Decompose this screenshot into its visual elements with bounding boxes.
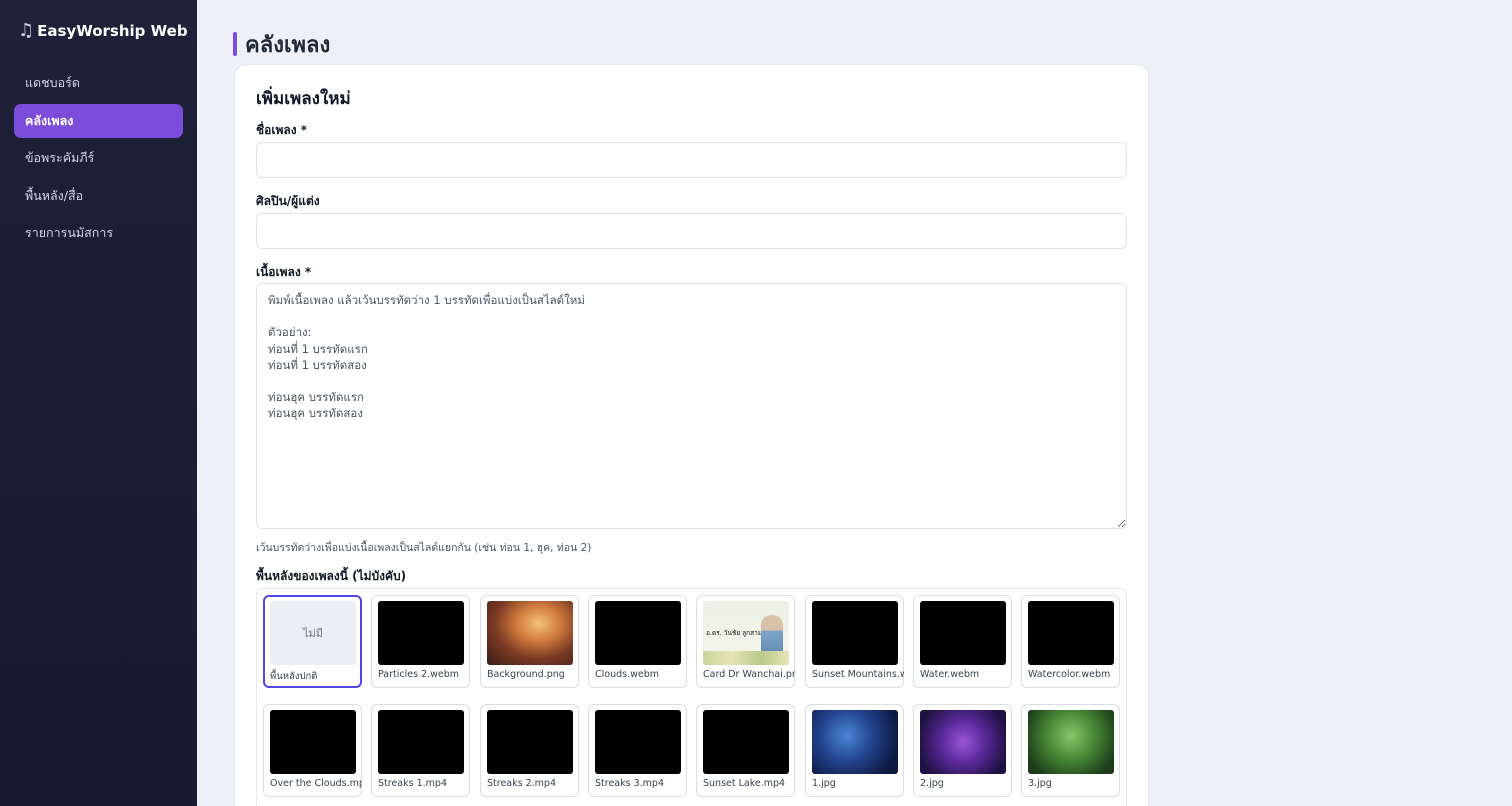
background-thumbnail xyxy=(487,601,573,665)
background-thumbnail xyxy=(487,710,573,774)
sidebar-item-label: รายการนมัสการ xyxy=(25,225,114,240)
background-option[interactable]: ไม่มี พื้นหลังปกติ xyxy=(263,595,362,688)
background-thumbnail xyxy=(378,710,464,774)
background-caption: Streaks 2.mp4 xyxy=(487,778,556,789)
background-caption: Watercolor.webm xyxy=(1028,669,1111,680)
background-thumbnail xyxy=(920,601,1006,665)
app-brand-label: EasyWorship Web xyxy=(37,22,188,40)
background-thumbnail: อ.ดร. วันชัย ลูกสาม xyxy=(703,601,789,665)
background-caption: Water.webm xyxy=(920,669,980,680)
background-thumbnail xyxy=(270,710,356,774)
background-thumbnail xyxy=(1028,710,1114,774)
background-caption: 3.jpg xyxy=(1028,778,1052,789)
background-thumbnail xyxy=(595,710,681,774)
artist-label: ศิลปิน/ผู้แต่ง xyxy=(256,194,320,208)
sidebar-item-label: แดชบอร์ด xyxy=(25,75,80,90)
sidebar-item-songs[interactable]: คลังเพลง xyxy=(14,103,183,138)
form-title: เพิ่มเพลงใหม่ xyxy=(256,89,351,109)
background-caption: Sunset Mountains.webm xyxy=(812,669,904,680)
background-thumbnail xyxy=(812,601,898,665)
sidebar-nav: แดชบอร์ด คลังเพลง ข้อพระคัมภีร์ พื้นหลัง… xyxy=(14,66,183,254)
background-option[interactable]: Watercolor.webm xyxy=(1021,595,1120,688)
sidebar-item-label: ข้อพระคัมภีร์ xyxy=(25,150,95,165)
background-thumbnail xyxy=(812,710,898,774)
background-caption: Streaks 1.mp4 xyxy=(378,778,447,789)
title-accent-bar xyxy=(233,32,237,56)
background-thumbnail xyxy=(1028,601,1114,665)
background-caption: 1.jpg xyxy=(812,778,836,789)
background-option[interactable]: Background.png xyxy=(480,595,579,688)
lyrics-label: เนื้อเพลง * xyxy=(256,265,312,279)
card-image-text: อ.ดร. วันชัย ลูกสาม xyxy=(706,629,763,637)
page-title: คลังเพลง xyxy=(245,32,331,58)
background-option[interactable]: Streaks 2.mp4 xyxy=(480,704,579,797)
background-option[interactable]: Water.webm xyxy=(913,595,1012,688)
background-label: พื้นหลังของเพลงนี้ (ไม่บังคับ) xyxy=(256,569,407,583)
background-option[interactable]: อ.ดร. วันชัย ลูกสาม Card Dr Wanchai.png xyxy=(696,595,795,688)
background-option[interactable]: Over the Clouds.mp4 xyxy=(263,704,362,797)
background-option[interactable]: 3.jpg xyxy=(1021,704,1120,797)
decorative-leaves xyxy=(703,651,789,665)
background-option[interactable]: 1.jpg xyxy=(805,704,904,797)
add-song-card: เพิ่มเพลงใหม่ ชื่อเพลง * ศิลปิน/ผู้แต่ง … xyxy=(234,64,1149,806)
lyrics-hint: เว้นบรรทัดว่างเพื่อแบ่งเนื้อเพลงเป็นสไลด… xyxy=(256,542,592,554)
sidebar-item-label: คลังเพลง xyxy=(25,112,74,128)
artist-input[interactable] xyxy=(256,213,1127,249)
background-thumbnail: ไม่มี xyxy=(270,601,356,665)
sidebar-item-services[interactable]: รายการนมัสการ xyxy=(14,216,183,250)
background-thumbnail xyxy=(920,710,1006,774)
background-caption: Particles 2.webm xyxy=(378,669,460,680)
lyrics-textarea[interactable] xyxy=(256,283,1127,529)
song-name-input[interactable] xyxy=(256,142,1127,178)
background-option[interactable]: Streaks 3.mp4 xyxy=(588,704,687,797)
sidebar-item-scripture[interactable]: ข้อพระคัมภีร์ xyxy=(14,141,183,175)
background-caption: Sunset Lake.mp4 xyxy=(703,778,786,789)
background-option[interactable]: Clouds.webm xyxy=(588,595,687,688)
background-picker: ไม่มี พื้นหลังปกติ Particles 2.webm Back… xyxy=(256,588,1127,806)
song-name-label: ชื่อเพลง * xyxy=(256,123,308,137)
background-caption: 2.jpg xyxy=(920,778,944,789)
background-option[interactable]: Streaks 1.mp4 xyxy=(371,704,470,797)
sidebar-item-dashboard[interactable]: แดชบอร์ด xyxy=(14,66,183,100)
background-thumbnail xyxy=(595,601,681,665)
sidebar-item-backgrounds[interactable]: พื้นหลัง/สื่อ xyxy=(14,179,183,213)
background-option[interactable]: Sunset Lake.mp4 xyxy=(696,704,795,797)
background-caption: Clouds.webm xyxy=(595,669,660,680)
background-thumbnail xyxy=(703,710,789,774)
background-option[interactable]: Particles 2.webm xyxy=(371,595,470,688)
background-option[interactable]: 2.jpg xyxy=(913,704,1012,797)
background-thumbnail xyxy=(378,601,464,665)
music-note-icon: ♫ xyxy=(18,20,35,41)
no-background-text: ไม่มี xyxy=(302,627,324,640)
background-option[interactable]: Sunset Mountains.webm xyxy=(805,595,904,688)
app-brand[interactable]: ♫ EasyWorship Web xyxy=(18,20,188,41)
background-caption: Card Dr Wanchai.png xyxy=(703,669,795,680)
sidebar-item-label: พื้นหลัง/สื่อ xyxy=(25,187,84,203)
page-header: คลังเพลง xyxy=(233,32,330,58)
sidebar: ♫ EasyWorship Web แดชบอร์ด คลังเพลง ข้อพ… xyxy=(0,0,197,806)
background-caption: Over the Clouds.mp4 xyxy=(270,778,362,789)
background-caption: Streaks 3.mp4 xyxy=(595,778,664,789)
background-caption: พื้นหลังปกติ xyxy=(270,671,318,682)
background-caption: Background.png xyxy=(487,669,565,680)
